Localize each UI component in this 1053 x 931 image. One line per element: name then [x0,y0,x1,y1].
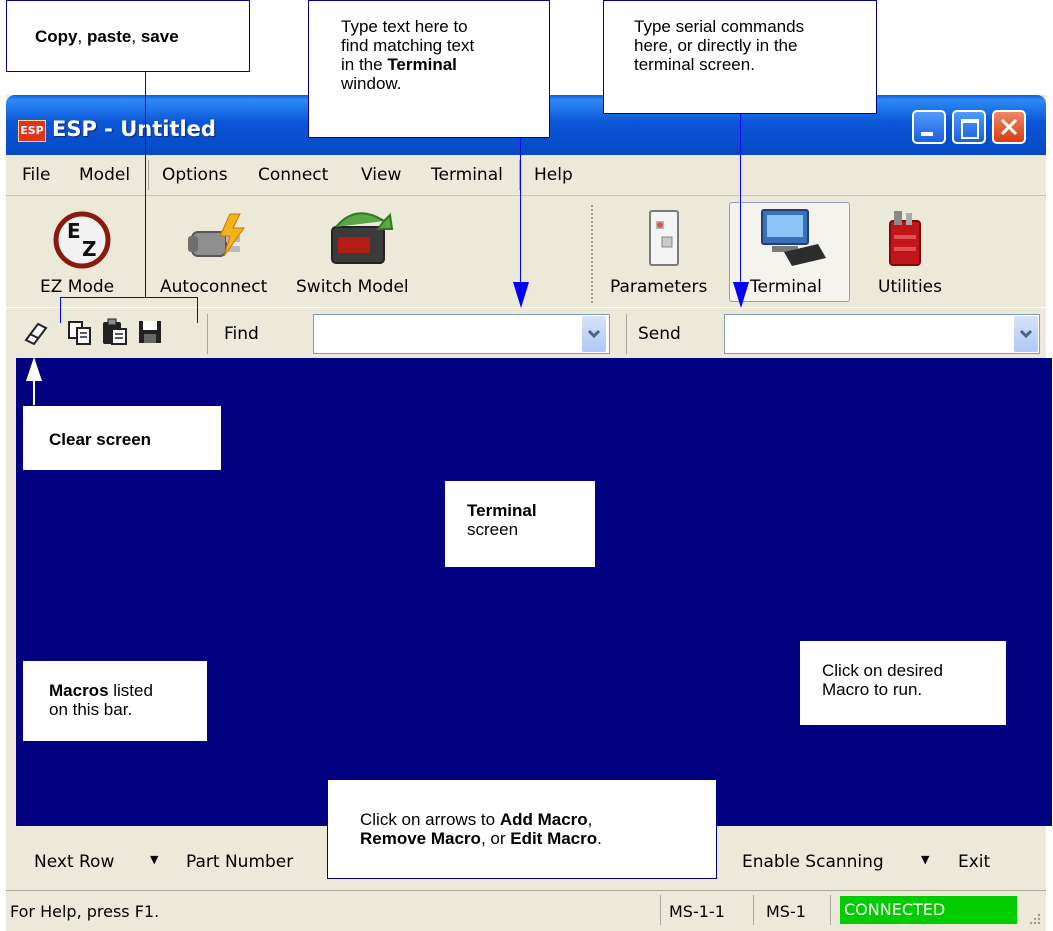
paste-button[interactable] [100,318,130,348]
callout-copy-paste-save: Copy, paste, save [6,0,250,72]
switch-model-label: Switch Model [296,277,409,297]
callout-line [60,297,61,323]
resize-grip-icon[interactable] [1028,912,1042,926]
status-separator [830,895,831,925]
callout-line [33,380,35,406]
menu-connect[interactable]: Connect [258,165,328,185]
menu-file[interactable]: File [22,165,50,185]
svg-text:E: E [67,219,81,243]
esp-app-icon: ESP [18,120,46,142]
menu-model[interactable]: Model [79,165,130,185]
macro-exit[interactable]: Exit [958,852,990,872]
close-icon [1000,118,1018,136]
autoconnect-label: Autoconnect [160,277,268,297]
ez-mode-button[interactable]: E Z EZ Mode [30,205,134,300]
callout-click-macro: Click on desired Macro to run. [799,640,1007,726]
findbar-separator [207,314,208,354]
callout-line [145,72,146,298]
status-separator [660,895,661,925]
parameters-switch-icon [649,210,679,266]
ez-mode-icon: E Z [53,211,111,269]
save-icon [139,321,161,343]
menu-options[interactable]: Options [162,165,228,185]
callout-terminal-screen: Terminal screen [444,480,596,568]
paste-icon [103,318,127,345]
find-label: Find [224,324,259,344]
terminal-label: Terminal [750,277,822,297]
status-help-text: For Help, press F1. [10,902,160,921]
switch-model-button[interactable]: Switch Model [296,205,424,300]
status-model-id: MS-1-1 [669,902,725,921]
maximize-button[interactable] [952,110,986,144]
macro-enable-scanning[interactable]: Enable Scanning [742,852,884,872]
clear-screen-button[interactable] [22,318,50,348]
ez-mode-label: EZ Mode [40,277,115,297]
chevron-down-icon [1019,329,1033,339]
send-label: Send [638,324,681,344]
utilities-label: Utilities [878,277,942,297]
callout-arrow-icon [26,357,42,381]
macro-next-row[interactable]: Next Row [34,852,114,872]
close-button[interactable] [992,110,1026,144]
callout-clear-screen: Clear screen [22,405,222,471]
minimize-icon [921,132,933,136]
send-dropdown-button[interactable] [1014,316,1038,352]
copy-icon [68,321,91,345]
callout-macros-listed: Macros listed on this bar. [22,660,208,742]
utilities-toolbox-icon [889,211,921,266]
terminal-computer-icon [761,209,826,266]
toolbar-grip[interactable] [591,205,593,305]
callout-line [197,297,198,323]
status-model: MS-1 [766,902,806,921]
menu-help[interactable]: Help [534,165,573,185]
menu-separator [148,160,149,190]
parameters-button[interactable]: Parameters [606,205,724,300]
callout-line [740,114,741,284]
copy-button[interactable] [66,318,94,348]
callout-arrow-icon [733,282,749,308]
status-separator [753,895,754,925]
autoconnect-button[interactable]: Autoconnect [156,205,286,300]
callout-find: Type text here to find matching text in … [308,0,550,138]
chevron-down-icon [587,329,601,339]
connection-status: CONNECTED [840,896,1017,924]
switch-model-icon [331,212,394,264]
parameters-label: Parameters [610,277,708,297]
svg-text:Z: Z [82,237,97,261]
findbar-separator [626,314,627,354]
utilities-button[interactable]: Utilities [858,205,958,300]
macro-next-row-arrow[interactable]: ▼ [150,853,158,866]
callout-line [520,138,521,283]
minimize-button[interactable] [912,110,946,144]
find-combobox[interactable] [313,314,610,354]
callout-macro-arrows: Click on arrows to Add Macro, Remove Mac… [327,779,717,879]
callout-arrow-icon [513,282,529,308]
eraser-icon [24,322,48,346]
menu-terminal[interactable]: Terminal [431,165,503,185]
send-combobox[interactable] [724,314,1040,354]
menu-view[interactable]: View [361,165,401,185]
save-button[interactable] [136,318,166,348]
macro-enable-scanning-arrow[interactable]: ▼ [921,853,929,866]
maximize-icon [961,119,979,139]
find-dropdown-button[interactable] [582,316,606,352]
callout-line [60,297,198,298]
window-title: ESP - Untitled [52,117,216,141]
autoconnect-plug-icon [188,213,245,257]
callout-send: Type serial commands here, or directly i… [603,0,877,114]
macro-part-number[interactable]: Part Number [186,852,293,872]
